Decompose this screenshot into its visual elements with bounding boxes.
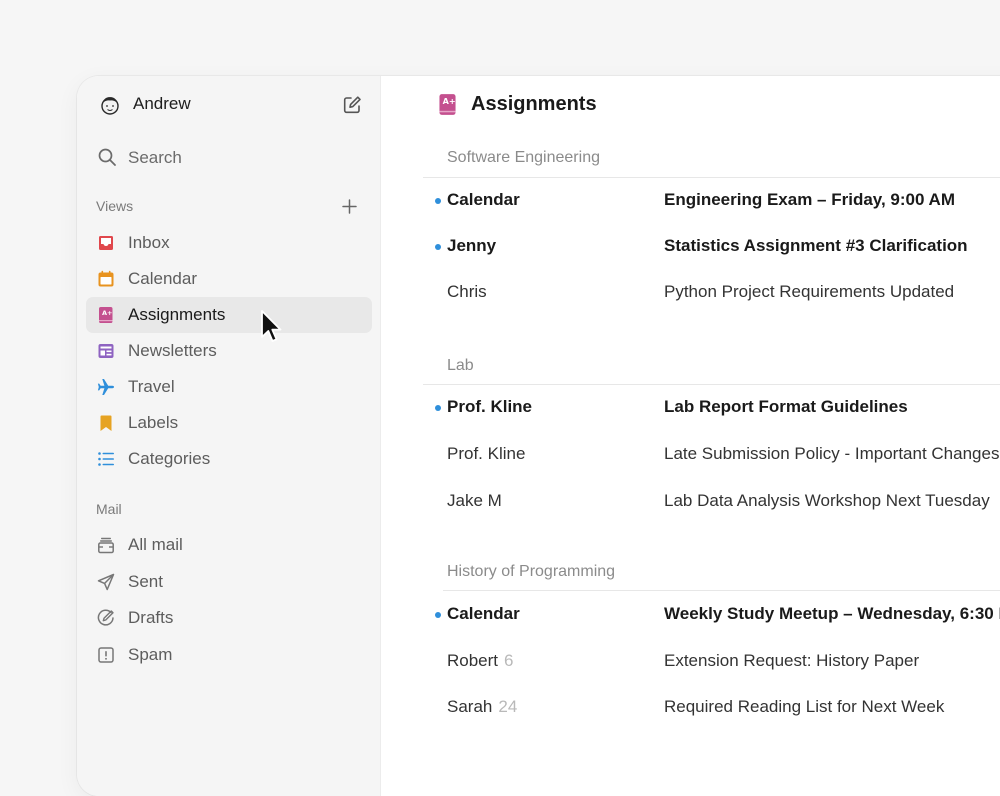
sidebar-item-all-mail[interactable]: All mail xyxy=(86,527,372,563)
sidebar-item-assignments[interactable]: A+ Assignments xyxy=(86,297,372,333)
drafts-icon xyxy=(97,609,114,626)
sidebar-item-label: Sent xyxy=(128,572,163,591)
spam-icon xyxy=(98,647,114,663)
message-subject: Engineering Exam – Friday, 9:00 AM xyxy=(664,190,955,209)
airplane-icon xyxy=(97,379,114,395)
archive-icon xyxy=(98,537,114,554)
assignments-icon: A+ xyxy=(439,94,456,115)
sidebar-item-label: Calendar xyxy=(128,269,197,288)
message-row[interactable]: Calendar Weekly Study Meetup – Wednesday… xyxy=(381,602,1000,632)
message-row[interactable]: Prof. Kline Lab Report Format Guidelines xyxy=(381,395,1000,425)
thread-count: 24 xyxy=(498,697,518,716)
message-subject: Weekly Study Meetup – Wednesday, 6:30 PM xyxy=(664,604,1000,623)
sidebar-item-drafts[interactable]: Drafts xyxy=(86,600,372,636)
sidebar-item-inbox[interactable]: Inbox xyxy=(86,225,372,261)
message-row[interactable]: Robert 6 Extension Request: History Paper xyxy=(381,649,1000,679)
unread-indicator xyxy=(435,405,441,411)
message-sender: Sarah 24 xyxy=(447,697,517,717)
message-row[interactable]: Chris Python Project Requirements Update… xyxy=(381,280,1000,310)
plus-icon[interactable] xyxy=(342,199,357,214)
message-sender: Prof. Kline xyxy=(447,444,526,463)
message-subject: Python Project Requirements Updated xyxy=(664,282,955,301)
message-row[interactable]: Calendar Engineering Exam – Friday, 9:00… xyxy=(381,188,1000,218)
user-profile[interactable]: Andrew xyxy=(97,92,297,118)
message-row[interactable]: Sarah 24 Required Reading List for Next W… xyxy=(381,695,1000,725)
views-section-header: Views xyxy=(96,198,134,214)
svg-text:A+: A+ xyxy=(102,309,112,317)
message-subject: Late Submission Policy - Important Chang… xyxy=(664,444,1000,463)
group-header: Lab xyxy=(447,357,474,374)
user-name: Andrew xyxy=(133,94,191,113)
search-label: Search xyxy=(128,148,182,167)
sidebar-item-label: Newsletters xyxy=(128,341,217,360)
message-subject: Lab Report Format Guidelines xyxy=(664,397,908,416)
search-bar[interactable]: Search xyxy=(97,144,357,174)
group-divider xyxy=(423,384,1000,385)
assignments-icon: A+ xyxy=(99,307,113,323)
message-list-pane: A+ Assignments Software Engineering Cale… xyxy=(381,76,1000,796)
newsletter-icon xyxy=(98,344,114,358)
calendar-icon xyxy=(98,270,114,287)
sender-name: Sarah xyxy=(447,697,493,716)
message-sender: Calendar xyxy=(447,190,520,209)
sidebar-item-label: Categories xyxy=(128,449,211,468)
sidebar-item-label: Drafts xyxy=(128,608,174,627)
group-divider xyxy=(423,177,1000,178)
sidebar-item-calendar[interactable]: Calendar xyxy=(86,261,372,297)
sidebar-item-spam[interactable]: Spam xyxy=(86,637,372,673)
list-icon xyxy=(98,452,114,466)
message-row[interactable]: Jake M Lab Data Analysis Workshop Next T… xyxy=(381,489,1000,519)
avatar-face-icon xyxy=(101,97,119,115)
message-subject: Lab Data Analysis Workshop Next Tuesday xyxy=(664,491,990,510)
thread-count: 6 xyxy=(504,651,514,670)
message-sender: Chris xyxy=(447,282,487,301)
unread-indicator xyxy=(435,244,441,250)
message-sender: Robert 6 xyxy=(447,651,514,671)
group-header: Software Engineering xyxy=(447,149,600,166)
message-subject: Statistics Assignment #3 Clarification xyxy=(664,236,968,255)
sidebar-item-labels[interactable]: Labels xyxy=(86,405,372,441)
group-header: History of Programming xyxy=(447,563,616,580)
message-row[interactable]: Prof. Kline Late Submission Policy - Imp… xyxy=(381,442,1000,472)
message-subject: Required Reading List for Next Week xyxy=(664,697,945,716)
message-sender: Calendar xyxy=(447,604,520,623)
unread-indicator xyxy=(435,198,441,204)
message-subject: Extension Request: History Paper xyxy=(664,651,920,670)
sidebar-item-label: Assignments xyxy=(128,305,226,324)
group-divider xyxy=(443,590,1000,591)
sender-name: Robert xyxy=(447,651,499,670)
app-window: Andrew Search Views Inbox Calendar A+ As… xyxy=(77,76,1000,796)
message-sender: Jenny xyxy=(447,236,497,255)
svg-text:A+: A+ xyxy=(443,97,456,106)
message-sender: Prof. Kline xyxy=(447,397,533,416)
bookmark-icon xyxy=(100,415,112,431)
sidebar-item-travel[interactable]: Travel xyxy=(86,369,372,405)
message-row[interactable]: Jenny Statistics Assignment #3 Clarifica… xyxy=(381,234,1000,264)
sidebar-item-label: Inbox xyxy=(128,233,170,252)
sidebar-item-label: Labels xyxy=(128,413,179,432)
sidebar-item-label: Spam xyxy=(128,645,173,664)
message-sender: Jake M xyxy=(447,491,502,510)
search-icon xyxy=(98,148,116,166)
sidebar-item-newsletters[interactable]: Newsletters xyxy=(86,333,372,369)
sidebar-item-label: Travel xyxy=(128,377,175,396)
mouse-cursor-icon xyxy=(261,310,282,342)
unread-indicator xyxy=(435,612,441,618)
sidebar: Andrew Search Views Inbox Calendar A+ As… xyxy=(77,76,381,796)
compose-icon[interactable] xyxy=(342,95,362,115)
inbox-icon xyxy=(99,236,113,250)
mail-section-header: Mail xyxy=(96,501,122,517)
send-icon xyxy=(97,573,115,591)
sidebar-item-sent[interactable]: Sent xyxy=(86,564,372,600)
sidebar-item-label: All mail xyxy=(128,535,183,554)
sidebar-item-categories[interactable]: Categories xyxy=(86,441,372,477)
page-title: Assignments xyxy=(471,93,597,115)
